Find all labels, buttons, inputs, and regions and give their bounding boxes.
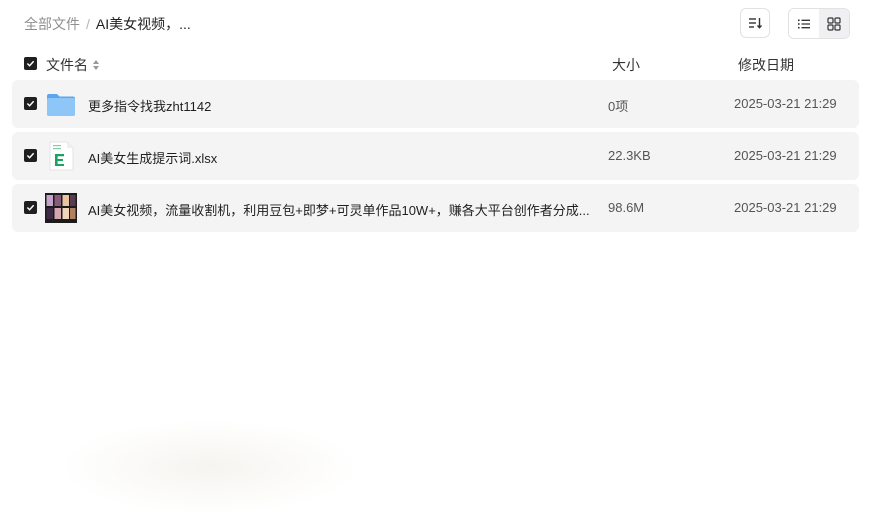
sort-icon [749,18,763,29]
file-size: 0项 [608,99,629,114]
breadcrumb-current: AI美女视频，... [95,16,191,32]
file-name[interactable]: 更多指令找我zht1142 [88,96,211,115]
name-column-header[interactable]: 文件名 [46,55,100,75]
breadcrumb: 全部文件 / AI美女视频，... [24,15,191,33]
file-row[interactable]: AI美女生成提示词.xlsx 22.3KB 2025-03-21 21:29 [12,132,859,180]
file-name[interactable]: AI美女视频，流量收割机，利用豆包+即梦+可灵单作品10W+，赚各大平台创作者分… [88,200,590,219]
file-size: 98.6M [608,200,645,215]
sort-toggle-icon [93,60,99,70]
grid-view-icon [827,16,841,31]
row-checkbox[interactable] [24,149,37,162]
list-view-button[interactable] [789,9,819,38]
folder-icon [47,94,75,116]
file-row[interactable]: 更多指令找我zht1142 0项 2025-03-21 21:29 [12,80,859,128]
table-header: 文件名 大小 修改日期 [0,52,874,76]
select-all-checkbox[interactable] [24,57,37,70]
list-view-icon [798,19,810,28]
checkmark-icon [26,100,35,107]
row-checkbox[interactable] [24,201,37,214]
name-column-label: 文件名 [46,57,88,73]
breadcrumb-root-link[interactable]: 全部文件 [24,14,80,34]
file-date: 2025-03-21 21:29 [734,148,837,163]
file-date: 2025-03-21 21:29 [734,200,837,215]
row-checkbox[interactable] [24,97,37,110]
video-thumbnail-icon [45,193,77,223]
checkmark-icon [26,204,35,211]
breadcrumb-separator: / [86,16,90,32]
file-name[interactable]: AI美女生成提示词.xlsx [88,148,217,167]
checkmark-icon [26,152,35,159]
checkmark-icon [26,60,35,67]
size-column-header: 大小 [612,57,640,73]
grid-view-button[interactable] [819,9,849,38]
excel-file-icon [49,141,74,171]
view-toggle [788,8,850,39]
file-size: 22.3KB [608,148,651,163]
file-row[interactable]: AI美女视频，流量收割机，利用豆包+即梦+可灵单作品10W+，赚各大平台创作者分… [12,184,859,232]
background-smudge [60,420,360,514]
date-column-header: 修改日期 [738,57,794,73]
file-date: 2025-03-21 21:29 [734,96,837,111]
sort-button[interactable] [740,8,770,38]
